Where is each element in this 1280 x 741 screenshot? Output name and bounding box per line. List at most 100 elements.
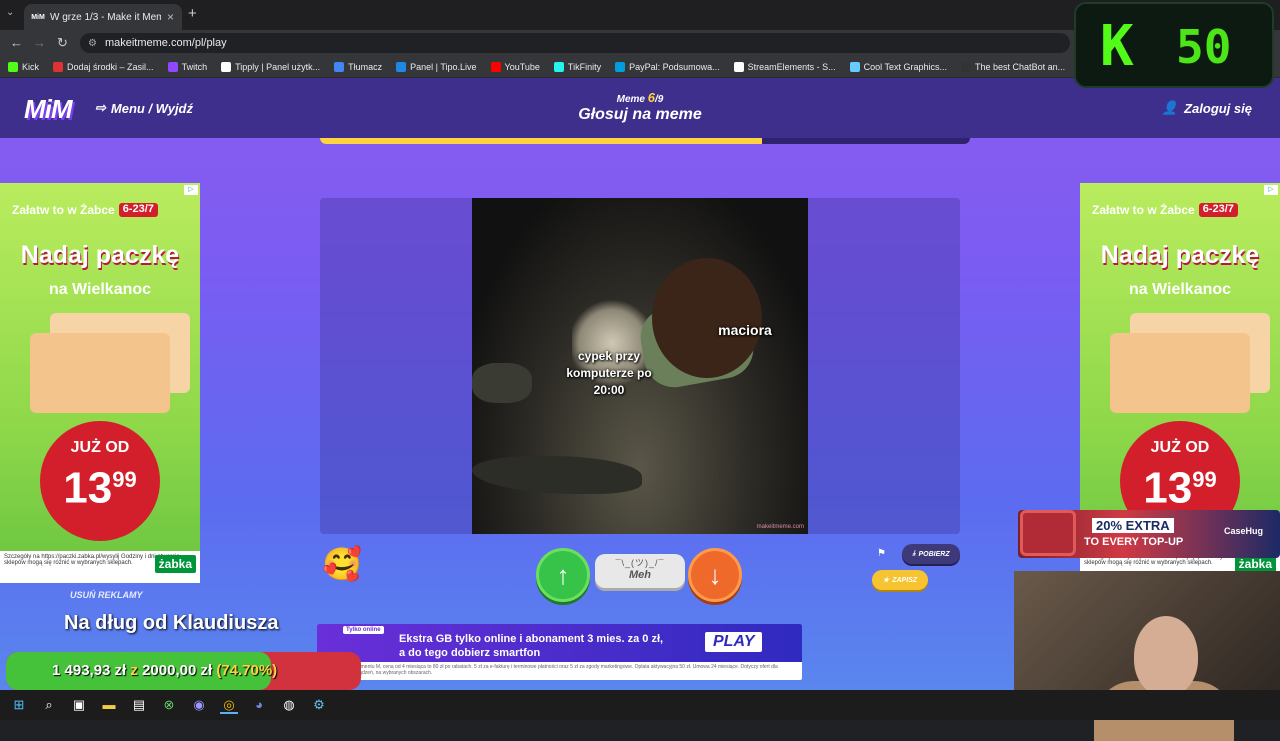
ad-top-text: Załatw to w Żabce xyxy=(12,203,115,217)
back-icon[interactable]: ← xyxy=(10,35,23,50)
windows-icon[interactable]: ⊞ xyxy=(10,696,28,714)
url-text: makeitmeme.com/pl/play xyxy=(104,37,227,49)
bookmark-item[interactable]: Dodaj środki – Zasil... xyxy=(53,61,154,72)
side-ad-left[interactable]: ▷ Załatw to w Żabce 6-23/7 Nadaj paczkę n… xyxy=(0,183,200,583)
person-shape xyxy=(652,258,762,378)
bookmark-favicon-icon xyxy=(53,61,64,72)
discord-icon[interactable]: ◕ xyxy=(250,696,268,714)
reload-icon[interactable]: ↻ xyxy=(57,35,68,51)
ad-choices-icon[interactable]: ▷ xyxy=(184,185,198,195)
bookmark-item[interactable]: TikFinity xyxy=(553,61,602,72)
bookmark-item[interactable]: YouTube xyxy=(490,61,540,72)
bookmark-label: Dodaj środki – Zasil... xyxy=(67,61,154,72)
report-flag-icon[interactable]: ⚑ xyxy=(877,548,886,559)
bookmark-favicon-icon xyxy=(553,61,564,72)
download-button[interactable]: ⤓ POBIERZ xyxy=(902,544,960,564)
bookmark-item[interactable]: PayPal: Podsumowa... xyxy=(615,61,720,72)
site-settings-icon[interactable]: ⚙ xyxy=(88,38,97,49)
bookmark-label: StreamElements - S... xyxy=(747,61,836,72)
bookmark-favicon-icon xyxy=(615,61,626,72)
login-label: Zaloguj się xyxy=(1184,100,1252,116)
ad-subheadline: na Wielkanoc xyxy=(48,281,152,298)
ad-date-badge: 6-23/7 xyxy=(118,203,158,217)
bookmark-label: Panel | Tipo.Live xyxy=(410,61,477,72)
bookmark-label: TikFinity xyxy=(567,61,602,72)
bookmark-item[interactable]: Panel | Tipo.Live xyxy=(396,61,477,72)
bookmark-item[interactable]: Tipply | Panel użytk... xyxy=(221,61,321,72)
donation-goal: 2000,00 zł xyxy=(142,662,213,679)
donation-goal-title: Na dług od Klaudiusza xyxy=(64,612,279,634)
promo-brand: CaseHug xyxy=(1224,526,1264,536)
meme-caption-right: maciora xyxy=(718,322,772,338)
login-button[interactable]: 👤 Zaloguj się xyxy=(1162,100,1252,116)
steam-icon[interactable]: ⚙ xyxy=(310,696,328,714)
close-tab-icon[interactable]: × xyxy=(167,10,174,24)
tab-title: W grze 1/3 - Make it Meme xyxy=(50,11,161,23)
mim-logo[interactable]: MiM xyxy=(24,94,73,125)
meme-panel: cypek przy komputerze po 20:00 maciora m… xyxy=(320,198,960,534)
price-cents: 99 xyxy=(112,467,137,492)
crocodile-shape xyxy=(472,363,532,403)
bookmark-label: Kick xyxy=(22,61,40,72)
round-title: Głosuj na meme xyxy=(578,106,702,123)
bottom-ad-line2: a do tego dobierz smartfon xyxy=(399,647,541,659)
url-field[interactable]: ⚙ makeitmeme.com/pl/play xyxy=(80,33,1070,53)
save-label: ZAPISZ xyxy=(892,576,918,584)
donation-goal-text: 1 493,93 zł z 2000,00 zł (74.70%) xyxy=(6,652,361,690)
app-icon[interactable]: ◉ xyxy=(190,696,208,714)
bookmark-favicon-icon xyxy=(961,61,972,72)
notepad-icon[interactable]: ▤ xyxy=(130,696,148,714)
browser-tab-active[interactable]: MiM W grze 1/3 - Make it Meme × xyxy=(24,4,182,30)
exit-icon: ⇨ xyxy=(95,100,106,115)
chrome-icon[interactable]: ◎ xyxy=(220,696,238,714)
file-explorer-icon[interactable]: ▬ xyxy=(100,696,118,714)
bookmark-item[interactable]: The best ChatBot an... xyxy=(961,61,1066,72)
bookmark-item[interactable]: Kick xyxy=(8,61,40,72)
user-icon: 👤 xyxy=(1161,100,1179,115)
price-prefix: JUŻ OD xyxy=(1150,439,1210,456)
bookmark-item[interactable]: Tłumacz xyxy=(334,61,383,72)
save-button[interactable]: ★ ZAPISZ xyxy=(872,570,928,590)
meme-caption-left: cypek przy komputerze po 20:00 xyxy=(566,349,652,397)
xbox-icon[interactable]: ⊗ xyxy=(160,696,178,714)
remove-ads-link[interactable]: USUŃ REKLAMY xyxy=(70,590,143,600)
search-icon[interactable]: ⌕ xyxy=(40,696,58,714)
bookmark-label: The best ChatBot an... xyxy=(975,61,1066,72)
round-progress-fill xyxy=(320,138,762,144)
bookmark-favicon-icon xyxy=(167,61,178,72)
bookmark-item[interactable]: StreamElements - S... xyxy=(733,61,836,72)
bookmark-favicon-icon xyxy=(334,61,345,72)
forward-icon[interactable]: → xyxy=(33,35,46,50)
task-view-icon[interactable]: ▣ xyxy=(70,696,88,714)
tab-list-chevron-icon[interactable]: ⌄ xyxy=(6,7,14,18)
promo-line1: 20% EXTRA xyxy=(1092,518,1174,533)
bookmark-label: PayPal: Podsumowa... xyxy=(629,61,720,72)
bookmark-favicon-icon xyxy=(733,61,744,72)
downvote-button[interactable]: ↓ xyxy=(688,548,742,602)
bookmark-label: Tipply | Panel użytk... xyxy=(235,61,321,72)
meh-button[interactable]: ¯\_(ツ)_/¯ Meh xyxy=(595,554,685,588)
bookmark-label: Tłumacz xyxy=(348,61,383,72)
meme-watermark: makeitmeme.com xyxy=(756,524,804,530)
round-total: /9 xyxy=(655,94,664,105)
bookmark-favicon-icon xyxy=(849,61,860,72)
new-tab-icon[interactable]: + xyxy=(188,5,197,22)
menu-exit-button[interactable]: ⇨ Menu / Wyjdź xyxy=(95,100,193,116)
kick-overlay: K 50 xyxy=(1074,2,1274,88)
bottom-ad[interactable]: Tylko online Ekstra GB tylko online i ab… xyxy=(317,624,802,680)
bookmark-item[interactable]: Twitch xyxy=(167,61,208,72)
bookmark-label: Twitch xyxy=(181,61,208,72)
price-badge: JUŻ OD 1399 xyxy=(40,421,160,541)
emoji-reaction-button[interactable]: 🥰 xyxy=(322,544,362,584)
streamer-head-shape xyxy=(1134,616,1198,696)
shrug-icon: ¯\_(ツ)_/¯ xyxy=(615,558,665,568)
price-cents: 99 xyxy=(1192,467,1217,492)
kick-logo-letter: K xyxy=(1100,14,1134,79)
ad-choices-icon[interactable]: ▷ xyxy=(1264,185,1278,195)
upvote-button[interactable]: ↑ xyxy=(536,548,590,602)
download-icon: ⤓ xyxy=(912,550,916,557)
price-prefix: JUŻ OD xyxy=(70,439,130,456)
donation-goal-bar: 1 493,93 zł z 2000,00 zł (74.70%) xyxy=(6,652,361,690)
bookmark-item[interactable]: Cool Text Graphics... xyxy=(849,61,947,72)
obs-icon[interactable]: ◍ xyxy=(280,696,298,714)
